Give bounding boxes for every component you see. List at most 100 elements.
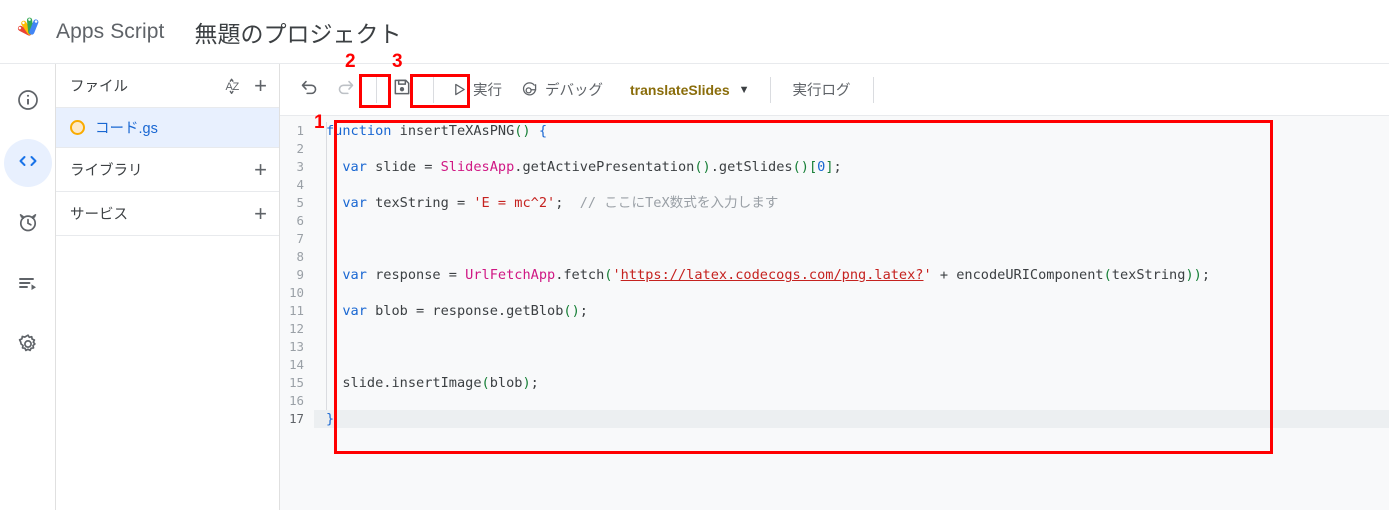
code-line[interactable]: 1 function insertTeXAsPNG() { (280, 122, 1389, 140)
code-line[interactable]: 3 var slide = SlidesApp.getActivePresent… (280, 158, 1389, 176)
code-line-text[interactable]: function insertTeXAsPNG() { (314, 122, 1389, 140)
code-token: var (342, 159, 367, 175)
rail-item-triggers[interactable] (4, 200, 52, 248)
code-scroll-region[interactable]: 1 function insertTeXAsPNG() {2 3 var slide… (280, 122, 1389, 510)
services-section-header[interactable]: サービス + (56, 192, 279, 236)
code-token: ( (1103, 267, 1112, 283)
code-line[interactable]: 6 (280, 212, 1389, 230)
line-number: 8 (296, 249, 304, 264)
line-number: 6 (296, 213, 304, 228)
project-title[interactable]: 無題のプロジェクト (194, 15, 401, 49)
function-select[interactable]: translateSlides ▼ (620, 74, 760, 106)
rail-item-overview[interactable] (4, 78, 52, 126)
line-number: 7 (296, 231, 304, 246)
code-token: ) (522, 375, 531, 391)
apps-script-logo-icon[interactable] (14, 15, 48, 49)
code-token: slide (342, 375, 384, 391)
code-line-text[interactable]: var blob = response.getBlob(); (314, 302, 1389, 320)
left-icon-rail (0, 64, 56, 510)
run-button[interactable]: 実行 (444, 74, 511, 106)
redo-button[interactable] (330, 75, 360, 105)
code-token: + (939, 267, 949, 283)
editor-toolbar: 実行 デバッグ translateSlides ▼ 実行ログ (280, 64, 1389, 116)
main-body: ファイル A Z + コード.gs ライブラリ + サービス + 実行 デバッグ… (0, 64, 1389, 510)
code-token: slide (366, 159, 425, 175)
code-line-text[interactable]: var texString = 'E = mc^2'; // ここにTeX数式を… (314, 194, 1389, 212)
run-button-label: 実行 (473, 83, 502, 99)
code-line[interactable]: 2 (280, 140, 1389, 158)
save-floppy-icon (392, 77, 412, 102)
sort-az-icon[interactable]: A Z (224, 76, 244, 96)
file-item-code-gs[interactable]: コード.gs (56, 108, 279, 148)
code-brackets-icon (16, 149, 40, 178)
code-line[interactable]: 15 slide.insertImage(blob); (280, 374, 1389, 392)
rail-item-executions[interactable] (4, 261, 52, 309)
code-line-text[interactable]: } (314, 410, 1389, 428)
annotation-number-3: 3 (392, 51, 403, 72)
code-line[interactable]: 7 (280, 230, 1389, 248)
add-file-icon[interactable]: + (254, 74, 267, 97)
add-service-icon[interactable]: + (254, 202, 267, 225)
file-panel: ファイル A Z + コード.gs ライブラリ + サービス + (56, 64, 280, 510)
save-button[interactable] (387, 75, 417, 105)
code-token: blob (366, 303, 417, 319)
execution-log-button[interactable]: 実行ログ (781, 79, 863, 100)
code-token: // ここにTeX数式を入力します (579, 195, 779, 211)
code-line[interactable]: 4 (280, 176, 1389, 194)
rail-item-settings[interactable] (4, 322, 52, 370)
line-number: 13 (289, 339, 304, 354)
debug-button[interactable]: デバッグ (511, 74, 612, 106)
code-line[interactable]: 9 var response = UrlFetchApp.fetch ('http… (280, 266, 1389, 284)
code-token: { (538, 123, 547, 139)
code-token: () (563, 303, 580, 319)
app-name-label[interactable]: Apps Script (56, 20, 164, 44)
code-token: ; (833, 159, 842, 175)
chevron-down-icon: ▼ (738, 83, 750, 96)
code-line[interactable]: 10 (280, 284, 1389, 302)
code-token: .getSlides (710, 159, 793, 175)
code-line[interactable]: 12 (280, 320, 1389, 338)
code-token: insertTeXAsPNG (399, 123, 515, 139)
annotation-number-1: 1 (314, 112, 325, 133)
code-line[interactable]: 5 var texString = 'E = mc^2'; // ここにTeX数… (280, 194, 1389, 212)
add-library-icon[interactable]: + (254, 158, 267, 181)
code-token: var (342, 195, 367, 211)
toolbar-divider-2 (433, 76, 434, 103)
annotation-number-2: 2 (345, 51, 356, 72)
code-editor[interactable]: 1 function insertTeXAsPNG() {2 3 var slide… (280, 116, 1389, 510)
line-number: 15 (289, 375, 304, 390)
code-line-text[interactable]: var response = UrlFetchApp.fetch ('https:… (314, 266, 1389, 284)
undo-button[interactable] (294, 75, 324, 105)
code-line[interactable]: 11 var blob = response.getBlob(); (280, 302, 1389, 320)
code-token: () (514, 123, 531, 139)
code-lines-container[interactable]: 1 function insertTeXAsPNG() {2 3 var slide… (280, 122, 1389, 428)
libraries-section-header[interactable]: ライブラリ + (56, 148, 279, 192)
debug-button-label: デバッグ (545, 83, 603, 99)
line-number: 10 (289, 285, 304, 300)
app-header: Apps Script 無題のプロジェクト (0, 0, 1389, 64)
line-number: 14 (289, 357, 304, 372)
code-line-text[interactable]: var slide = SlidesApp.getActivePresentat… (314, 158, 1389, 176)
play-triangle-icon (453, 83, 466, 96)
code-line[interactable]: 13 (280, 338, 1389, 356)
info-circle-icon (16, 88, 40, 117)
code-token: ; (530, 375, 539, 391)
code-token: .getActivePresentation (514, 159, 695, 175)
services-section-label: サービス (70, 207, 128, 223)
code-token: () (792, 159, 809, 175)
gear-icon (16, 332, 40, 361)
toolbar-divider-3 (769, 76, 771, 103)
code-token: ; (579, 303, 588, 319)
code-line[interactable]: 17} (280, 410, 1389, 428)
code-line[interactable]: 16 (280, 392, 1389, 410)
code-token: var (342, 267, 367, 283)
code-token: ] (825, 159, 834, 175)
code-line[interactable]: 8 (280, 248, 1389, 266)
code-line-text[interactable]: slide.insertImage(blob); (314, 374, 1389, 392)
line-number: 2 (296, 141, 304, 156)
rail-item-editor[interactable] (3, 139, 52, 187)
code-line[interactable]: 14 (280, 356, 1389, 374)
code-token: () (694, 159, 711, 175)
